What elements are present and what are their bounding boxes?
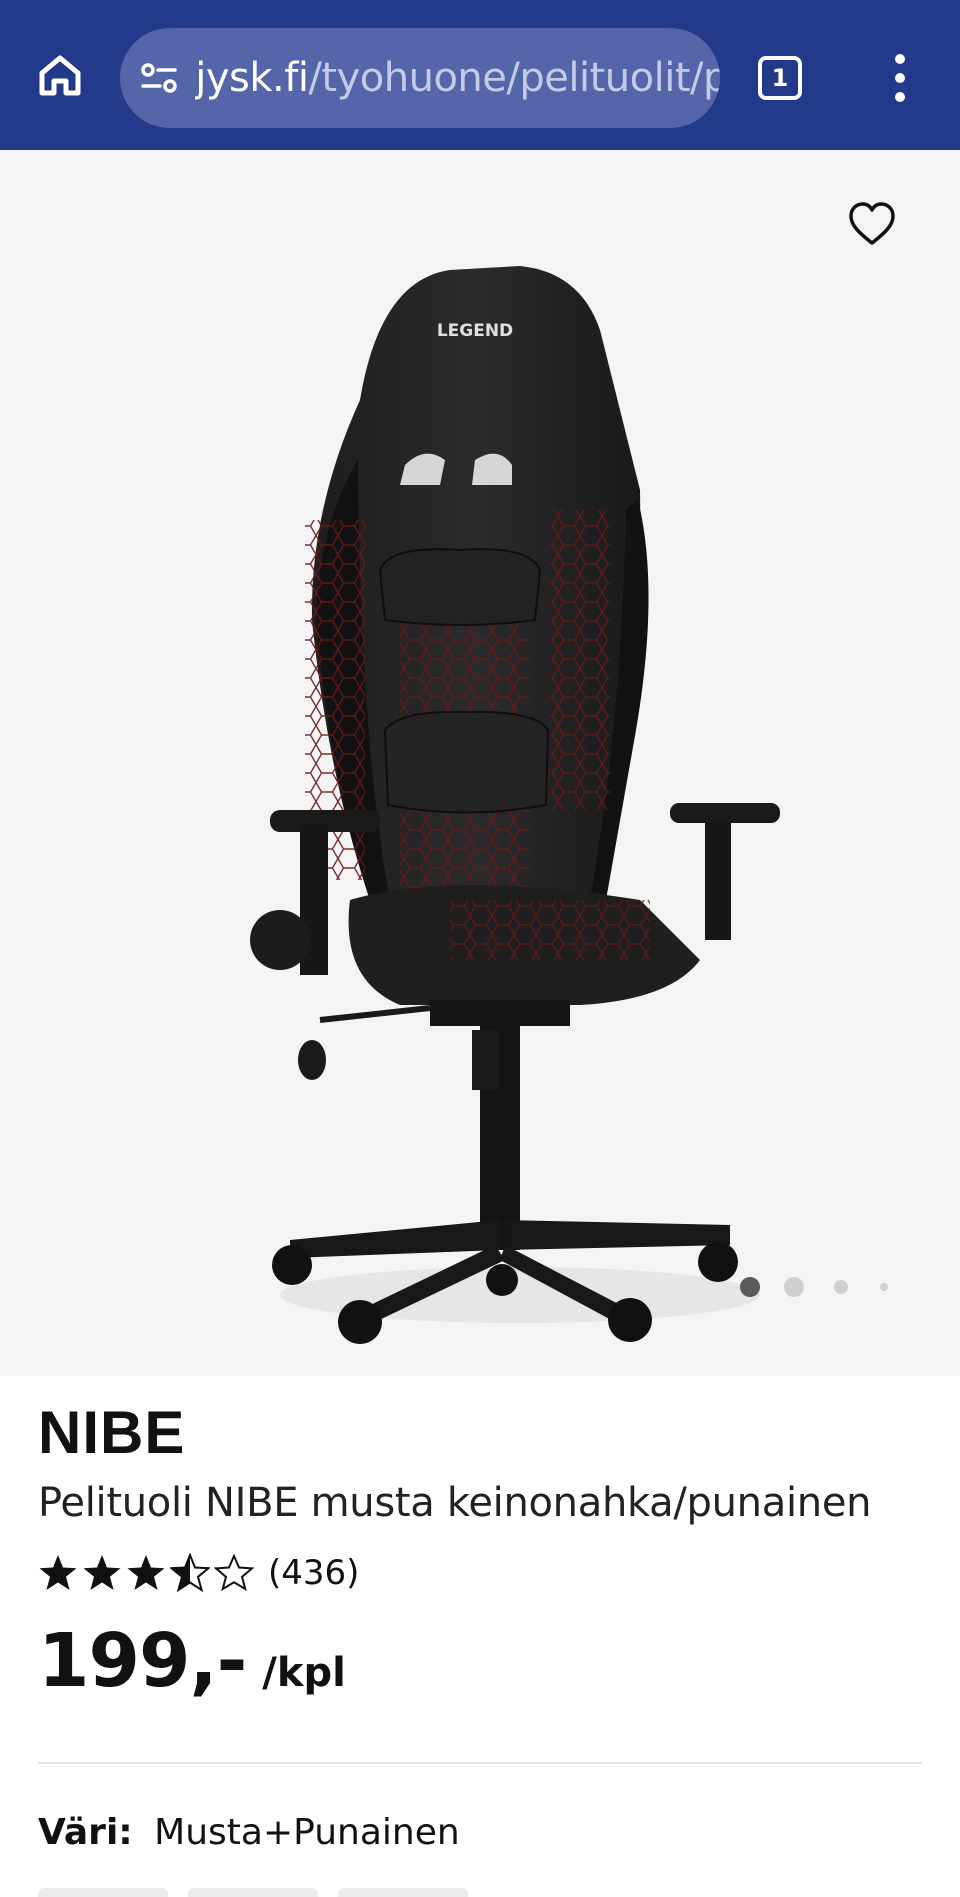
favorite-heart-icon[interactable] [846,198,898,250]
more-menu-icon[interactable] [880,50,920,106]
home-button[interactable] [30,45,90,105]
review-count[interactable]: (436) [268,1553,359,1593]
section-divider [38,1762,922,1764]
url-path: /tyohuone/pelituolit/pe [308,55,720,101]
tab-switcher-button[interactable]: 1 [758,56,802,100]
url-host: jysk.fi [195,55,309,101]
color-swatch[interactable] [188,1888,318,1897]
color-label: Väri: [38,1812,133,1853]
home-icon [39,55,81,96]
color-value: Musta+Punainen [154,1812,460,1853]
star-empty-icon [214,1553,254,1592]
browser-toolbar: jysk.fi/tyohuone/pelituolit/pe 1 [0,0,960,150]
rating-stars [38,1553,254,1593]
star-full-icon [39,1555,77,1590]
address-bar[interactable]: jysk.fi/tyohuone/pelituolit/pe [120,28,720,128]
url-text[interactable]: jysk.fi/tyohuone/pelituolit/pe [195,55,720,101]
chair-logo: LEGEND [437,321,513,341]
product-rating[interactable]: (436) [38,1548,359,1598]
color-swatch[interactable] [338,1888,468,1897]
gallery-dot-4[interactable] [880,1283,888,1291]
star-full-icon [83,1555,121,1590]
product-price: 199,- /kpl [38,1618,346,1704]
gaming-chair-image: LEGEND [250,266,780,1344]
product-name: Pelituoli NIBE musta keinonahka/punainen [38,1480,872,1526]
price-value: 199,- [38,1618,247,1704]
gallery-dot-3[interactable] [834,1280,848,1294]
star-half-icon [170,1553,210,1593]
gallery-dot-2[interactable] [784,1277,804,1297]
product-image-gallery[interactable]: LEGEND [0,150,960,1376]
site-settings-icon[interactable] [136,54,181,102]
color-swatches [38,1888,468,1897]
color-swatch[interactable] [38,1888,168,1897]
gallery-pagination[interactable] [740,1272,888,1302]
price-unit: /kpl [262,1650,346,1696]
star-full-icon [127,1555,165,1590]
product-brand: NIBE [38,1399,186,1466]
gallery-dot-1[interactable] [740,1277,760,1297]
color-selection: Väri: Musta+Punainen [38,1812,460,1853]
